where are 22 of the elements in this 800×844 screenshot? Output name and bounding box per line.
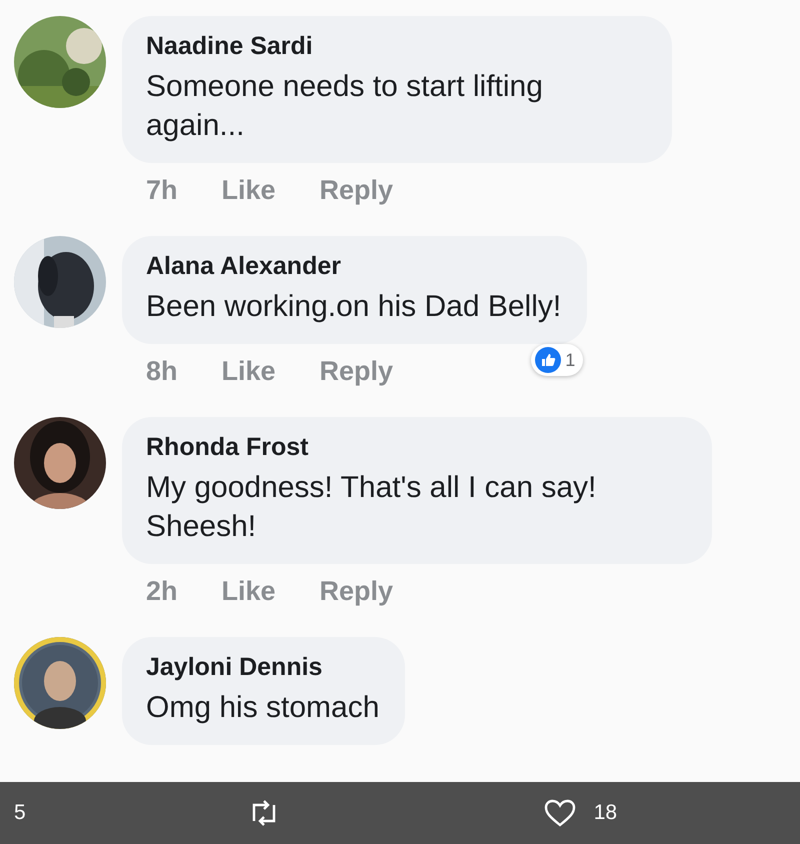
commenter-name: Rhonda Frost: [146, 433, 310, 462]
commenter-name: Jayloni Dennis: [146, 653, 324, 682]
like-link[interactable]: Like: [222, 356, 276, 387]
reply-link[interactable]: Reply: [320, 576, 394, 607]
like-link[interactable]: Like: [222, 175, 276, 206]
comment-text: Omg his stomach: [146, 690, 380, 726]
comment-time: 2h: [146, 576, 178, 607]
reply-link[interactable]: Reply: [320, 356, 394, 387]
comment-text: Someone needs to start lifting again...: [146, 69, 544, 144]
reply-count: 5: [14, 801, 26, 825]
comment-text: My goodness! That's all I can say! Sheesh!: [146, 470, 598, 545]
comment-time: 8h: [146, 356, 178, 387]
commenter-name: Naadine Sardi: [146, 32, 314, 61]
heart-icon[interactable]: [544, 799, 576, 827]
reply-link[interactable]: Reply: [320, 175, 394, 206]
thumbs-up-icon: [535, 347, 562, 373]
commenter-name: Alana Alexander: [146, 252, 342, 281]
comment-time: 7h: [146, 175, 178, 206]
reaction-count: 1: [565, 350, 576, 370]
like-count: 18: [594, 801, 618, 825]
comment-text: Been working.on his Dad Belly!: [146, 289, 562, 325]
like-link[interactable]: Like: [222, 576, 276, 607]
